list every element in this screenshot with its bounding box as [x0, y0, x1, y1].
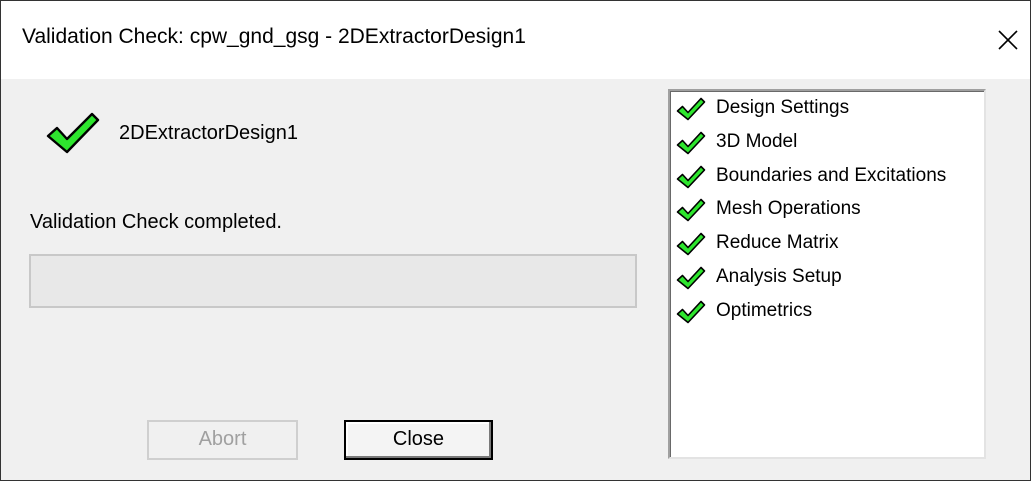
window-title: Validation Check: cpw_gnd_gsg - 2DExtrac…	[22, 25, 526, 48]
abort-button[interactable]: Abort	[147, 420, 298, 460]
title-bar[interactable]: Validation Check: cpw_gnd_gsg - 2DExtrac…	[1, 1, 1030, 79]
green-check-icon	[676, 164, 706, 190]
green-check-icon	[676, 130, 706, 156]
validation-dialog: Validation Check: cpw_gnd_gsg - 2DExtrac…	[0, 0, 1031, 481]
green-check-icon	[676, 265, 706, 291]
checklist-item-label: Optimetrics	[716, 299, 813, 321]
checklist-item-label: 3D Model	[716, 130, 798, 152]
checklist-item-label: Analysis Setup	[716, 266, 842, 287]
checklist-item-label: Boundaries and Excitations	[716, 164, 947, 186]
checklist-item-label: Design Settings	[716, 97, 850, 118]
validation-checklist[interactable]: Design Settings 3D Model Boundaries and Ex…	[668, 89, 986, 459]
green-check-icon	[676, 96, 706, 122]
design-status-check-icon	[45, 109, 101, 157]
checklist-item-label: Reduce Matrix	[716, 232, 839, 254]
checklist-item-label: Mesh Operations	[716, 198, 861, 220]
progress-bar	[29, 254, 637, 308]
green-check-icon	[676, 197, 706, 223]
green-check-icon	[676, 231, 706, 257]
design-name: 2DExtractorDesign1	[119, 122, 298, 144]
close-icon[interactable]	[991, 19, 1025, 59]
status-message: Validation Check completed.	[30, 211, 282, 233]
green-check-icon	[676, 299, 706, 325]
close-button[interactable]: Close	[344, 420, 493, 460]
